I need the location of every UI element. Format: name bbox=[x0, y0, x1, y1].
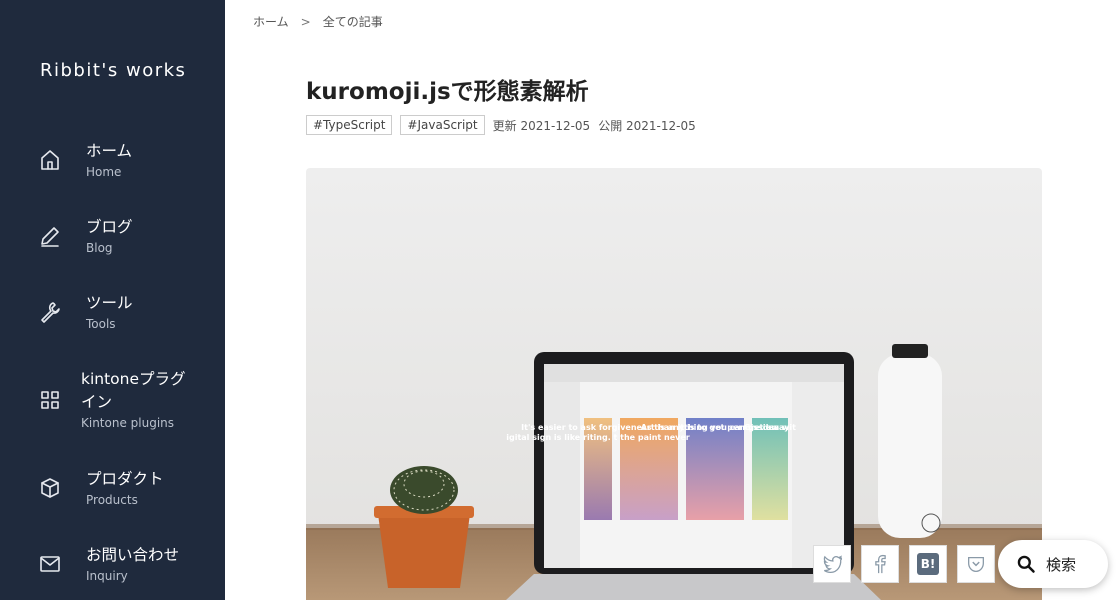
tag-javascript[interactable]: #JavaScript bbox=[400, 115, 485, 135]
home-icon bbox=[38, 148, 62, 172]
site-title[interactable]: Ribbit's works bbox=[40, 60, 186, 81]
hatena-icon: B! bbox=[917, 553, 939, 575]
twitter-share-button[interactable] bbox=[813, 545, 851, 583]
breadcrumb: ホーム > 全ての記事 bbox=[253, 13, 383, 30]
sidebar-item-label: ホーム bbox=[86, 142, 133, 160]
sidebar-item-tools[interactable]: ツール Tools bbox=[0, 292, 225, 352]
sidebar-item-label: お問い合わせ bbox=[86, 546, 180, 564]
sidebar-item-label: ブログ bbox=[86, 218, 133, 236]
mail-icon bbox=[38, 552, 62, 576]
sidebar: Ribbit's works ホーム Home ブログ Blog ツール Too… bbox=[0, 0, 225, 600]
updated-date: 更新 2021-12-05 bbox=[492, 118, 591, 133]
sidebar-item-label: プロダクト bbox=[86, 470, 164, 488]
facebook-icon bbox=[875, 554, 886, 574]
tag-typescript[interactable]: #TypeScript bbox=[306, 115, 393, 135]
sidebar-item-sublabel: Tools bbox=[86, 317, 116, 331]
breadcrumb-home-link[interactable]: ホーム bbox=[253, 13, 289, 30]
wrench-icon bbox=[38, 300, 62, 324]
search-label: 検索 bbox=[1046, 555, 1077, 574]
sidebar-item-sublabel: Kintone plugins bbox=[81, 416, 175, 430]
sidebar-item-sublabel: Blog bbox=[86, 241, 113, 255]
pencil-icon bbox=[38, 224, 62, 248]
article-meta: #TypeScript #JavaScript 更新 2021-12-05 公開… bbox=[306, 115, 704, 135]
sidebar-item-kintone-plugins[interactable]: kintoneプラグイン Kintone plugins bbox=[0, 368, 225, 434]
sidebar-item-sublabel: Products bbox=[86, 493, 138, 507]
facebook-share-button[interactable] bbox=[861, 545, 899, 583]
search-icon bbox=[1017, 555, 1035, 573]
sidebar-item-sublabel: Home bbox=[86, 165, 122, 179]
sidebar-item-label: kintoneプラグイン bbox=[81, 370, 186, 411]
breadcrumb-current[interactable]: 全ての記事 bbox=[323, 13, 383, 30]
page-title: kuromoji.jsで形態素解析 bbox=[306, 79, 589, 105]
pocket-icon bbox=[968, 556, 984, 572]
box-icon bbox=[38, 476, 62, 500]
sidebar-item-blog[interactable]: ブログ Blog bbox=[0, 216, 225, 276]
sidebar-item-label: ツール bbox=[86, 294, 133, 312]
sidebar-item-home[interactable]: ホーム Home bbox=[0, 140, 225, 200]
sidebar-item-sublabel: Inquiry bbox=[86, 569, 128, 583]
hero-image: igital sign is like riting. t the paint … bbox=[306, 168, 1042, 600]
breadcrumb-separator: > bbox=[300, 15, 311, 29]
grid-icon bbox=[38, 388, 62, 412]
poster-text-4: Gre dea wit bbox=[744, 423, 796, 432]
hatena-bookmark-button[interactable]: B! bbox=[909, 545, 947, 583]
search-button[interactable]: 検索 bbox=[998, 540, 1108, 588]
poster-text-1: igital sign is like riting. t the paint … bbox=[506, 433, 690, 442]
published-date: 公開 2021-12-05 bbox=[598, 118, 696, 133]
pocket-share-button[interactable] bbox=[957, 545, 995, 583]
sidebar-item-inquiry[interactable]: お問い合わせ Inquiry bbox=[0, 544, 225, 604]
sidebar-item-products[interactable]: プロダクト Products bbox=[0, 468, 225, 528]
twitter-icon bbox=[823, 555, 843, 573]
